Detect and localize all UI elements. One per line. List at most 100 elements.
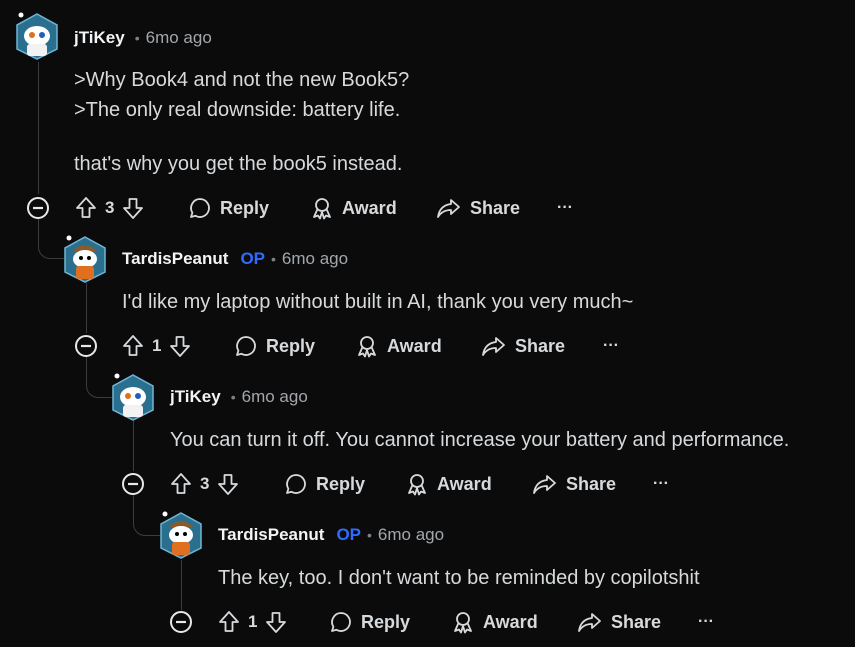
more-options-button[interactable]: ··· — [603, 330, 619, 362]
collapse-button[interactable] — [168, 609, 194, 635]
vote-group: 1 — [218, 606, 287, 638]
minus-circle-icon — [170, 611, 192, 633]
upvote-arrow-icon — [76, 197, 96, 218]
more-options-button[interactable]: ··· — [653, 468, 669, 500]
comment-meta: jTiKey • 6mo ago — [74, 28, 212, 48]
speech-bubble-icon — [331, 612, 351, 632]
collapse-button[interactable] — [73, 333, 99, 359]
downvote-arrow-icon — [218, 474, 239, 495]
downvote-button[interactable] — [169, 334, 191, 358]
award-button[interactable]: Award — [310, 192, 397, 224]
share-button[interactable]: Share — [532, 468, 616, 500]
downvote-button[interactable] — [265, 610, 287, 634]
vote-count: 1 — [248, 612, 258, 631]
separator-dot: • — [230, 389, 236, 405]
thread-line-3 — [133, 421, 134, 471]
upvote-button[interactable] — [122, 334, 144, 358]
award-ribbon-icon — [408, 474, 426, 496]
award-ribbon-icon — [313, 198, 331, 220]
timestamp[interactable]: 6mo ago — [282, 249, 348, 269]
downvote-arrow-icon — [170, 336, 191, 357]
thread-line-4 — [181, 560, 182, 610]
ellipsis-icon: ··· — [603, 337, 619, 354]
share-button[interactable]: Share — [577, 606, 661, 638]
collapse-button[interactable] — [25, 195, 51, 221]
share-label: Share — [611, 611, 662, 632]
snoo-avatar-icon — [160, 511, 202, 559]
vote-count: 3 — [105, 198, 115, 217]
speech-bubble-icon — [190, 198, 210, 218]
upvote-button[interactable] — [170, 472, 192, 496]
award-button[interactable]: Award — [451, 606, 538, 638]
reply-button[interactable]: Reply — [284, 468, 365, 500]
award-label: Award — [437, 473, 492, 494]
reply-label: Reply — [266, 335, 316, 356]
vote-count: 1 — [152, 336, 162, 355]
avatar[interactable] — [111, 373, 155, 421]
upvote-arrow-icon — [171, 473, 191, 494]
comment-meta: jTiKey • 6mo ago — [170, 387, 308, 407]
share-button[interactable]: Share — [436, 192, 520, 224]
upvote-arrow-icon — [123, 335, 143, 356]
share-arrow-icon — [437, 199, 460, 218]
ellipsis-icon: ··· — [653, 475, 669, 492]
snoo-avatar-icon — [16, 12, 58, 60]
timestamp[interactable]: 6mo ago — [378, 525, 444, 545]
vote-group: 3 — [75, 192, 144, 224]
thread-elbow-1 — [38, 218, 65, 259]
vote-group: 1 — [122, 330, 191, 362]
more-options-button[interactable]: ··· — [557, 192, 573, 224]
downvote-button[interactable] — [122, 196, 144, 220]
thread-line-1 — [38, 62, 39, 194]
thread-line-2 — [86, 283, 87, 333]
award-button[interactable]: Award — [405, 468, 492, 500]
avatar[interactable] — [159, 511, 203, 559]
reply-button[interactable]: Reply — [329, 606, 410, 638]
reply-button[interactable]: Reply — [234, 330, 315, 362]
share-arrow-icon — [533, 475, 556, 494]
comment-text: >Why Book4 and not the new Book5? — [74, 69, 410, 91]
award-ribbon-icon — [454, 612, 472, 634]
comment-meta: TardisPeanut OP • 6mo ago — [122, 249, 348, 269]
share-arrow-icon — [482, 337, 505, 356]
avatar[interactable] — [15, 12, 59, 60]
timestamp[interactable]: 6mo ago — [242, 387, 308, 407]
separator-dot: • — [367, 527, 372, 543]
comment-text: You can turn it off. You cannot increase… — [170, 429, 790, 451]
vote-group: 3 — [170, 468, 239, 500]
award-label: Award — [342, 197, 397, 218]
award-button[interactable]: Award — [355, 330, 442, 362]
comment-text: >The only real downside: battery life. — [74, 99, 401, 121]
reply-button[interactable]: Reply — [188, 192, 269, 224]
speech-bubble-icon — [236, 336, 256, 356]
comment-text: The key, too. I don't want to be reminde… — [218, 567, 700, 589]
share-button[interactable]: Share — [481, 330, 565, 362]
share-label: Share — [515, 335, 566, 356]
minus-circle-icon — [75, 335, 97, 357]
share-arrow-icon — [578, 613, 601, 632]
minus-circle-icon — [122, 473, 144, 495]
upvote-arrow-icon — [219, 611, 239, 632]
more-options-button[interactable]: ··· — [698, 606, 714, 638]
share-label: Share — [566, 473, 617, 494]
author-name[interactable]: jTiKey — [170, 387, 221, 407]
share-label: Share — [470, 197, 521, 218]
ellipsis-icon: ··· — [698, 613, 714, 630]
comment-text: I'd like my laptop without built in AI, … — [122, 291, 634, 313]
author-name[interactable]: TardisPeanut — [218, 525, 324, 545]
avatar[interactable] — [63, 235, 107, 283]
downvote-arrow-icon — [123, 198, 144, 219]
comment-meta: TardisPeanut OP • 6mo ago — [218, 525, 444, 545]
upvote-button[interactable] — [75, 196, 97, 220]
author-name[interactable]: TardisPeanut — [122, 249, 228, 269]
reply-label: Reply — [316, 473, 366, 494]
upvote-button[interactable] — [218, 610, 240, 634]
collapse-button[interactable] — [120, 471, 146, 497]
author-name[interactable]: jTiKey — [74, 28, 125, 48]
thread-elbow-3 — [133, 495, 160, 536]
downvote-button[interactable] — [217, 472, 239, 496]
downvote-arrow-icon — [266, 612, 287, 633]
separator-dot: • — [271, 251, 276, 267]
timestamp[interactable]: 6mo ago — [146, 28, 212, 48]
award-ribbon-icon — [358, 336, 376, 358]
